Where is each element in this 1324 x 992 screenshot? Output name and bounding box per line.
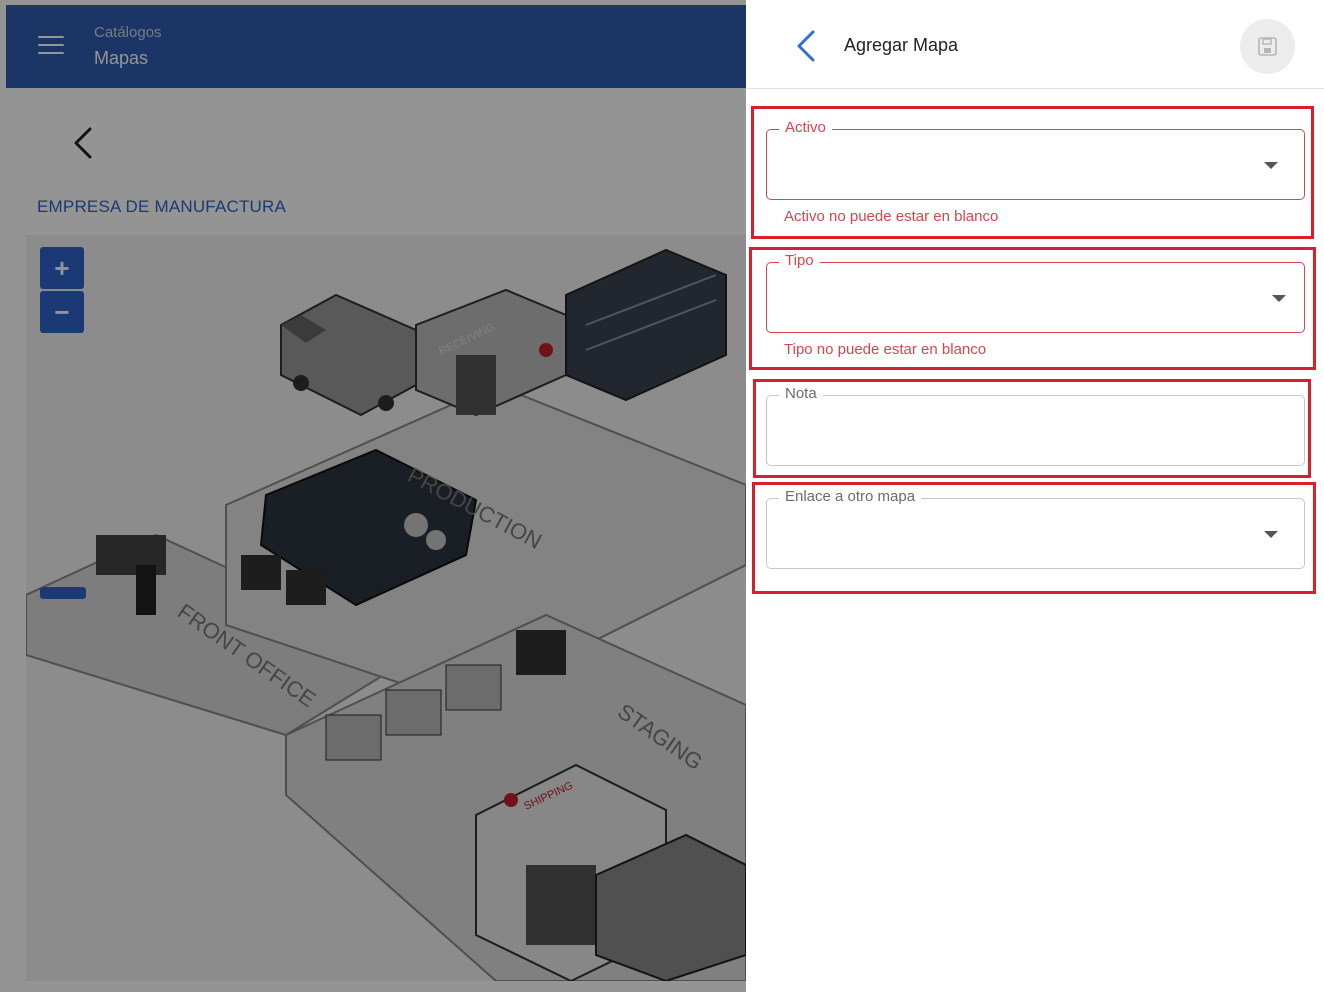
- nota-field[interactable]: Nota: [766, 385, 1305, 466]
- chevron-left-icon[interactable]: [794, 28, 818, 64]
- panel-header: Agregar Mapa: [746, 0, 1324, 89]
- tipo-select[interactable]: Tipo: [766, 252, 1305, 333]
- activo-label: Activo: [779, 119, 832, 136]
- save-button[interactable]: [1240, 19, 1295, 74]
- activo-error: Activo no puede estar en blanco: [784, 208, 999, 225]
- activo-select[interactable]: Activo: [766, 119, 1305, 200]
- enlace-label: Enlace a otro mapa: [779, 488, 922, 505]
- floppy-disk-icon: [1258, 37, 1277, 56]
- dropdown-arrow-icon[interactable]: [1264, 531, 1278, 538]
- tipo-error: Tipo no puede estar en blanco: [784, 341, 987, 358]
- nota-label: Nota: [779, 385, 823, 402]
- panel-title: Agregar Mapa: [844, 35, 959, 55]
- background-app: Catálogos Mapas EMPRESA DE MANUFACTURA P…: [0, 0, 746, 992]
- modal-overlay[interactable]: [0, 0, 746, 992]
- dropdown-arrow-icon[interactable]: [1264, 162, 1278, 169]
- dropdown-arrow-icon[interactable]: [1272, 295, 1286, 302]
- enlace-select[interactable]: Enlace a otro mapa: [766, 488, 1305, 569]
- tipo-label: Tipo: [779, 252, 820, 269]
